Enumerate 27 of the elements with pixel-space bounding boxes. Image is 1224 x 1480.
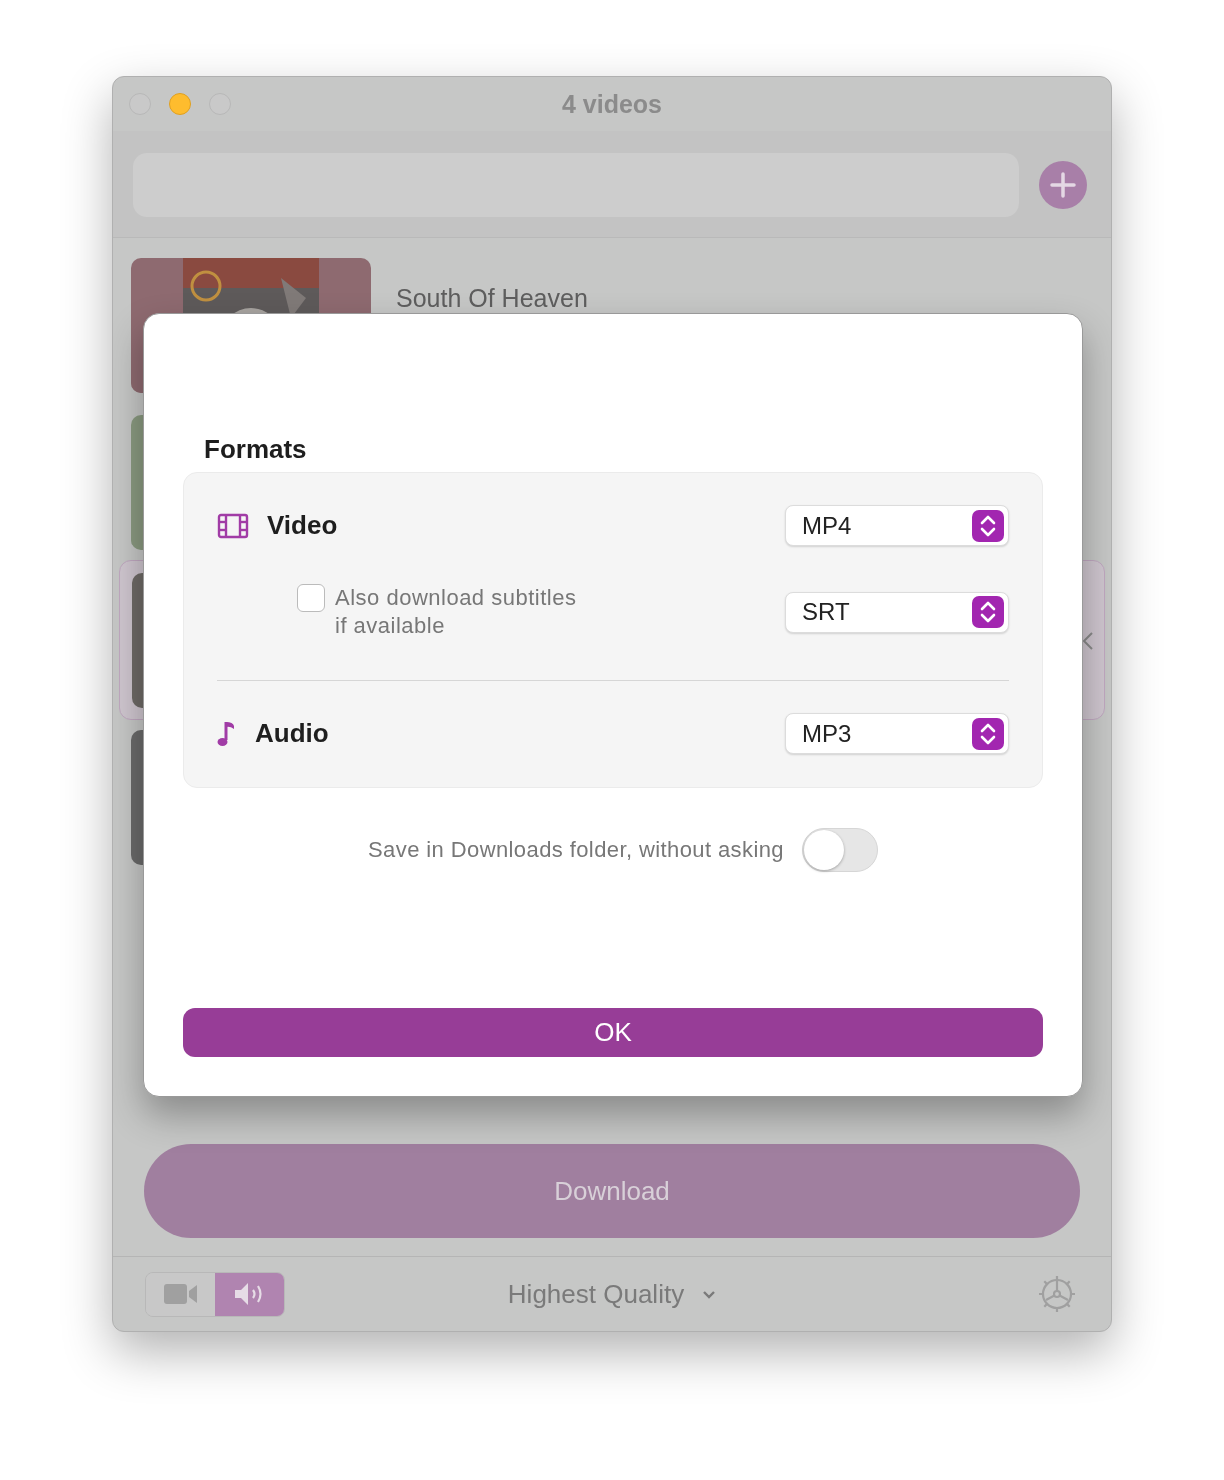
format-dropdown[interactable]: MP3 [785,713,1009,754]
settings-icon[interactable] [1037,1274,1077,1314]
stepper-icon [972,717,1004,750]
ok-button[interactable]: OK [183,1008,1043,1057]
plus-icon [1050,172,1076,198]
video-title: South Of Heaven [396,284,588,313]
format-label: Audio [255,718,329,749]
stepper-icon [972,596,1004,628]
mode-switch[interactable] [145,1271,285,1317]
chevron-down-icon[interactable] [702,1289,717,1299]
minimize-button[interactable] [169,93,191,115]
section-heading: Formats [204,434,308,464]
add-button[interactable] [1039,161,1087,209]
stepper-icon [972,509,1004,542]
video-camera-icon [163,1283,198,1305]
save-toggle[interactable] [801,828,878,872]
format-dropdown[interactable]: SRT [785,591,1009,633]
chevron-icon[interactable] [1082,631,1094,651]
format-dropdown[interactable]: MP4 [785,505,1009,546]
subtitles-label: Also download subtitles if available [335,584,577,640]
format-label: Video [267,510,338,541]
toggle-label: Save in Downloads folder, without asking [368,837,784,863]
film-icon [217,512,249,539]
subtitles-checkbox[interactable] [297,584,325,612]
window-title: 4 videos [561,90,663,119]
music-note-icon [217,719,237,748]
mode-segment[interactable] [215,1272,284,1316]
